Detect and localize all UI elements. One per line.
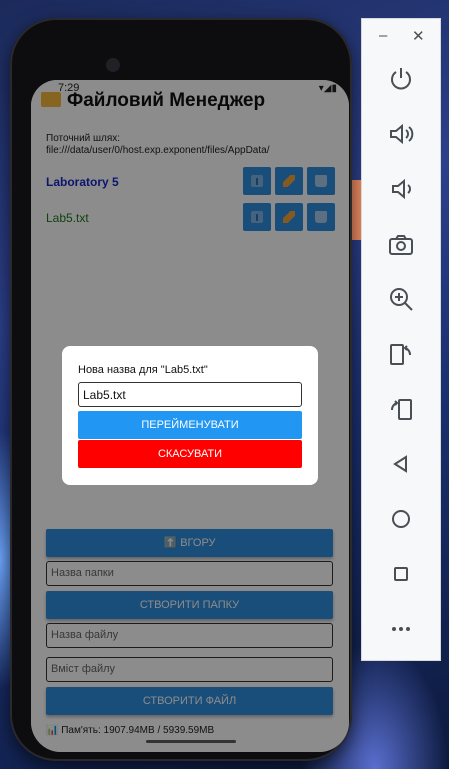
home-icon[interactable] <box>387 505 415 533</box>
volume-down-icon[interactable] <box>387 175 415 203</box>
confirm-rename-button[interactable]: ПЕРЕЙМЕНУВАТИ <box>78 411 302 439</box>
zoom-in-icon[interactable] <box>387 285 415 313</box>
overview-icon[interactable] <box>387 560 415 588</box>
minimize-button[interactable]: – <box>379 27 387 44</box>
phone-frame: 7:29 ▾◢▮ Файловий Менеджер Поточний шлях… <box>10 18 352 761</box>
new-name-input[interactable] <box>78 382 302 407</box>
power-icon[interactable] <box>387 65 415 93</box>
rotate-left-icon[interactable] <box>387 340 415 368</box>
cancel-button[interactable]: СКАСУВАТИ <box>78 440 302 468</box>
app-screen: 7:29 ▾◢▮ Файловий Менеджер Поточний шлях… <box>31 80 349 752</box>
camera-icon[interactable] <box>387 231 415 259</box>
gesture-nav-handle[interactable] <box>146 740 236 743</box>
more-icon[interactable] <box>387 615 415 643</box>
camera-icon <box>106 58 120 72</box>
emulator-toolbar: – ✕ <box>361 18 441 661</box>
back-icon[interactable] <box>387 450 415 478</box>
close-button[interactable]: ✕ <box>412 27 425 45</box>
rename-dialog: Нова назва для "Lab5.txt" ПЕРЕЙМЕНУВАТИ … <box>62 346 318 485</box>
volume-up-icon[interactable] <box>387 120 415 148</box>
rotate-right-icon[interactable] <box>387 395 415 423</box>
dialog-title: Нова назва для "Lab5.txt" <box>78 364 208 376</box>
